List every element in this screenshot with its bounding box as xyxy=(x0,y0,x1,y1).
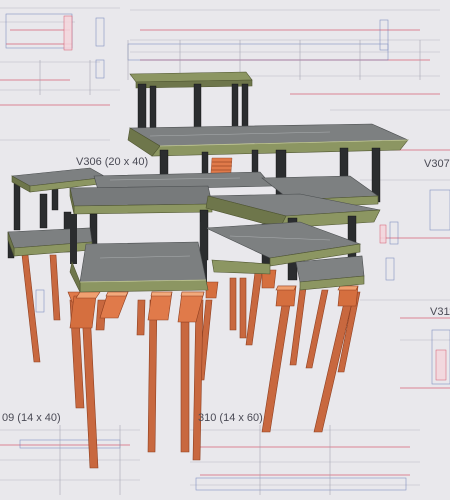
first-floor-slab-left xyxy=(7,227,93,257)
cad-viewport[interactable]: V306 (20 x 40) V307 V311 09 (14 x 40) 31… xyxy=(0,0,450,500)
beam-label-v310: 310 (14 x 60) xyxy=(198,412,263,424)
third-floor-slab xyxy=(127,123,409,157)
beam-label-v307: V307 xyxy=(424,158,450,170)
beam-label-v306: V306 (20 x 40) xyxy=(76,156,149,168)
structural-3d-model[interactable] xyxy=(0,0,450,500)
beam-label-v309: 09 (14 x 40) xyxy=(2,412,61,424)
beam-label-v311: V311 xyxy=(430,306,450,318)
